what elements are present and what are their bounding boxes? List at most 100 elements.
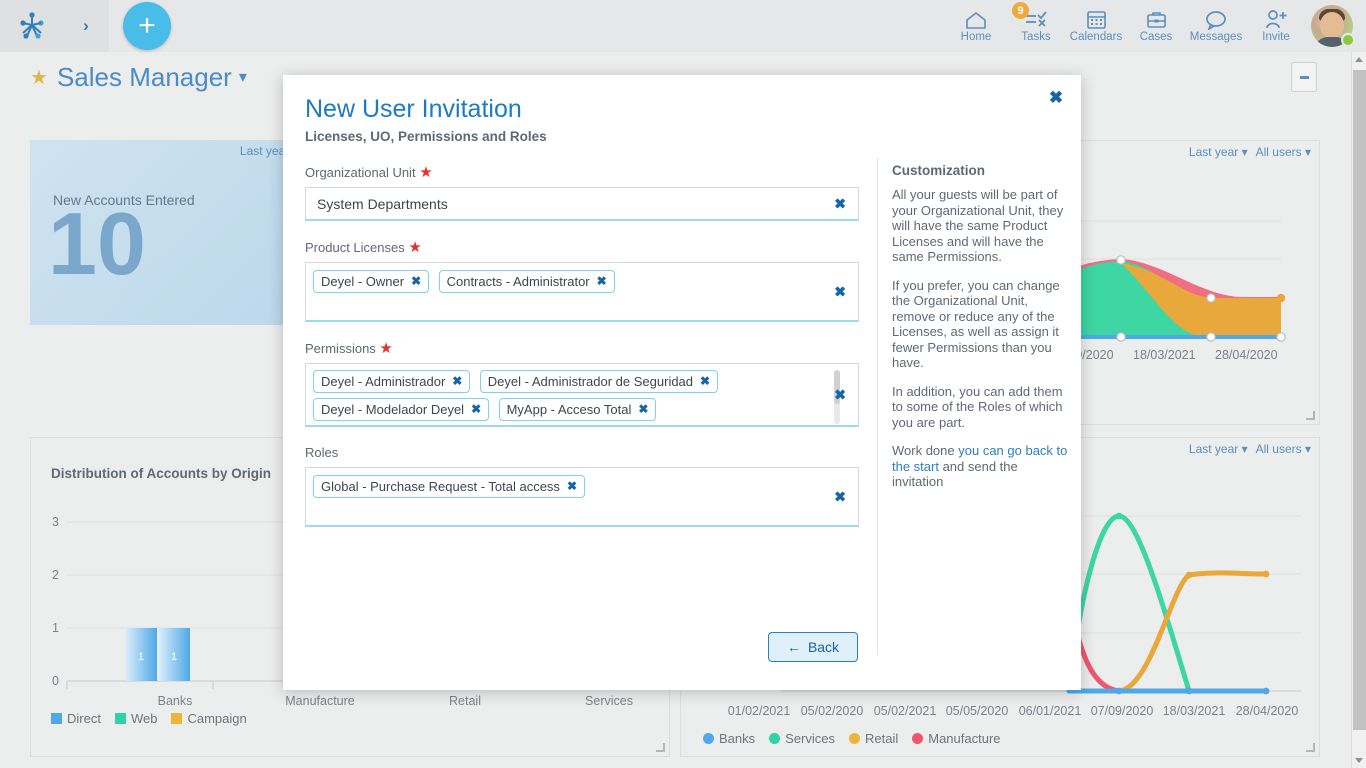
svg-text:Banks: Banks	[158, 694, 193, 708]
back-button[interactable]: ← Back	[768, 632, 858, 662]
chip-remove-icon[interactable]: ✖	[411, 274, 421, 288]
nav-item-calendars[interactable]: Calendars	[1066, 0, 1126, 52]
legend-item-retail[interactable]: Retail	[849, 731, 898, 746]
clear-icon[interactable]: ✖	[834, 386, 846, 403]
svg-text:06/01/2021: 06/01/2021	[1019, 704, 1082, 718]
nav-item-home[interactable]: Home	[946, 0, 1006, 52]
app-logo[interactable]	[0, 0, 63, 52]
briefcase-icon	[1146, 8, 1167, 31]
svg-text:Services: Services	[585, 694, 633, 708]
chip-label: Deyel - Administrador de Seguridad	[488, 374, 693, 389]
chip[interactable]: Deyel - Owner ✖	[313, 270, 429, 293]
product-licenses-field[interactable]: Deyel - Owner ✖ Contracts - Administrato…	[305, 262, 859, 322]
nav-item-messages[interactable]: Messages	[1186, 0, 1246, 52]
top-nav-items: Home 9 Tasks	[946, 0, 1366, 52]
nav-label-calendars: Calendars	[1070, 32, 1122, 44]
nav-item-cases[interactable]: Cases	[1126, 0, 1186, 52]
chip-remove-icon[interactable]: ✖	[638, 402, 648, 416]
scroll-down-arrow-icon[interactable]	[1355, 758, 1363, 763]
create-new-button[interactable]: +	[123, 2, 171, 50]
nav-item-tasks[interactable]: 9 Tasks	[1006, 0, 1066, 52]
tasks-badge: 9	[1012, 2, 1029, 19]
nav-label-invite: Invite	[1262, 32, 1290, 44]
clear-icon[interactable]: ✖	[834, 283, 846, 300]
line-chart-legend: Banks Services Retail Manufacture	[703, 731, 1001, 746]
legend-item-banks[interactable]: Banks	[703, 731, 755, 746]
roles-label: Roles	[305, 444, 859, 461]
chip-remove-icon[interactable]: ✖	[567, 479, 577, 493]
svg-text:28/04/2020: 28/04/2020	[1215, 348, 1278, 362]
svg-text:0: 0	[52, 674, 59, 688]
resize-grip[interactable]	[656, 743, 665, 752]
org-unit-field[interactable]: System Departments ✖	[305, 187, 859, 221]
customization-title: Customization	[892, 163, 1072, 178]
plus-icon: +	[138, 11, 156, 41]
scrollbar-thumb[interactable]	[1353, 70, 1366, 730]
nav-label-cases: Cases	[1140, 32, 1173, 44]
page-title: Sales Manager	[57, 62, 232, 93]
area-widget-filters: Last year ▾ All users ▾	[1189, 145, 1311, 159]
product-licenses-label: Product Licenses ★	[305, 238, 859, 256]
legend-item-campaign[interactable]: Campaign	[171, 711, 246, 726]
chip[interactable]: Contracts - Administrator ✖	[439, 270, 615, 293]
chip-remove-icon[interactable]: ✖	[452, 374, 462, 388]
required-marker: ★	[408, 239, 421, 256]
arrow-left-icon: ←	[787, 639, 801, 655]
dialog-title: New User Invitation	[305, 95, 522, 124]
chip-label: Deyel - Modelador Deyel	[321, 402, 464, 417]
deyel-logo-icon	[17, 12, 47, 40]
star-icon[interactable]: ★	[30, 65, 48, 90]
chip-remove-icon[interactable]: ✖	[471, 402, 481, 416]
roles-field[interactable]: Global - Purchase Request - Total access…	[305, 467, 859, 527]
chip[interactable]: Deyel - Administrador ✖	[313, 370, 470, 393]
chevron-down-icon[interactable]: ▾	[239, 67, 247, 87]
resize-grip[interactable]	[1306, 411, 1315, 420]
filter-period[interactable]: Last year ▾	[1189, 145, 1248, 159]
org-unit-value: System Departments	[317, 196, 448, 212]
calendar-icon	[1086, 8, 1107, 31]
scroll-up-arrow-icon[interactable]	[1355, 57, 1363, 62]
nav-label-messages: Messages	[1190, 32, 1242, 44]
customization-paragraph-1: All your guests will be part of your Org…	[892, 187, 1072, 265]
close-icon[interactable]: ✖	[1045, 87, 1067, 109]
chip-label: Deyel - Administrador	[321, 374, 445, 389]
chip-remove-icon[interactable]: ✖	[700, 374, 710, 388]
dialog-subtitle: Licenses, UO, Permissions and Roles	[305, 129, 547, 144]
svg-text:05/02/2021: 05/02/2021	[874, 704, 937, 718]
permissions-field[interactable]: Deyel - Administrador ✖ Deyel - Administ…	[305, 363, 859, 427]
chip-label: Deyel - Owner	[321, 274, 404, 289]
customization-paragraph-2: If you prefer, you can change the Organi…	[892, 278, 1072, 371]
chip[interactable]: Global - Purchase Request - Total access…	[313, 475, 585, 498]
required-marker: ★	[379, 340, 392, 357]
kebab-dot	[1306, 76, 1309, 79]
chip[interactable]: Deyel - Administrador de Seguridad ✖	[480, 370, 718, 393]
chip[interactable]: MyApp - Acceso Total ✖	[499, 398, 657, 421]
sidebar-expand-button[interactable]: ›	[63, 0, 109, 52]
nav-label-home: Home	[961, 32, 992, 44]
page-scrollbar[interactable]	[1351, 52, 1366, 768]
legend-item-direct[interactable]: Direct	[51, 711, 101, 726]
svg-text:18/03/2021: 18/03/2021	[1133, 348, 1196, 362]
nav-item-invite[interactable]: Invite	[1246, 0, 1306, 52]
resize-grip[interactable]	[1306, 743, 1315, 752]
kebab-menu-icon[interactable]	[1291, 62, 1317, 92]
clear-icon[interactable]: ✖	[834, 488, 846, 505]
org-unit-label: Organizational Unit ★	[305, 163, 859, 181]
bar-chart-legend: Direct Web Campaign	[51, 711, 247, 726]
svg-text:05/02/2020: 05/02/2020	[801, 704, 864, 718]
avatar[interactable]	[1306, 0, 1358, 52]
clear-icon[interactable]: ✖	[834, 195, 846, 212]
svg-text:01/02/2021: 01/02/2021	[728, 704, 791, 718]
nav-label-tasks: Tasks	[1021, 32, 1050, 44]
chip-label: Global - Purchase Request - Total access	[321, 479, 560, 494]
legend-item-services[interactable]: Services	[769, 731, 835, 746]
legend-item-web[interactable]: Web	[115, 711, 158, 726]
permissions-label: Permissions ★	[305, 339, 859, 357]
chip[interactable]: Deyel - Modelador Deyel ✖	[313, 398, 489, 421]
legend-item-manufacture[interactable]: Manufacture	[912, 731, 1000, 746]
dialog-divider	[877, 158, 878, 655]
filter-users[interactable]: All users ▾	[1256, 145, 1311, 159]
dialog-form-column: Organizational Unit ★ System Departments…	[305, 163, 859, 527]
svg-text:1: 1	[138, 651, 144, 663]
chip-remove-icon[interactable]: ✖	[597, 274, 607, 288]
